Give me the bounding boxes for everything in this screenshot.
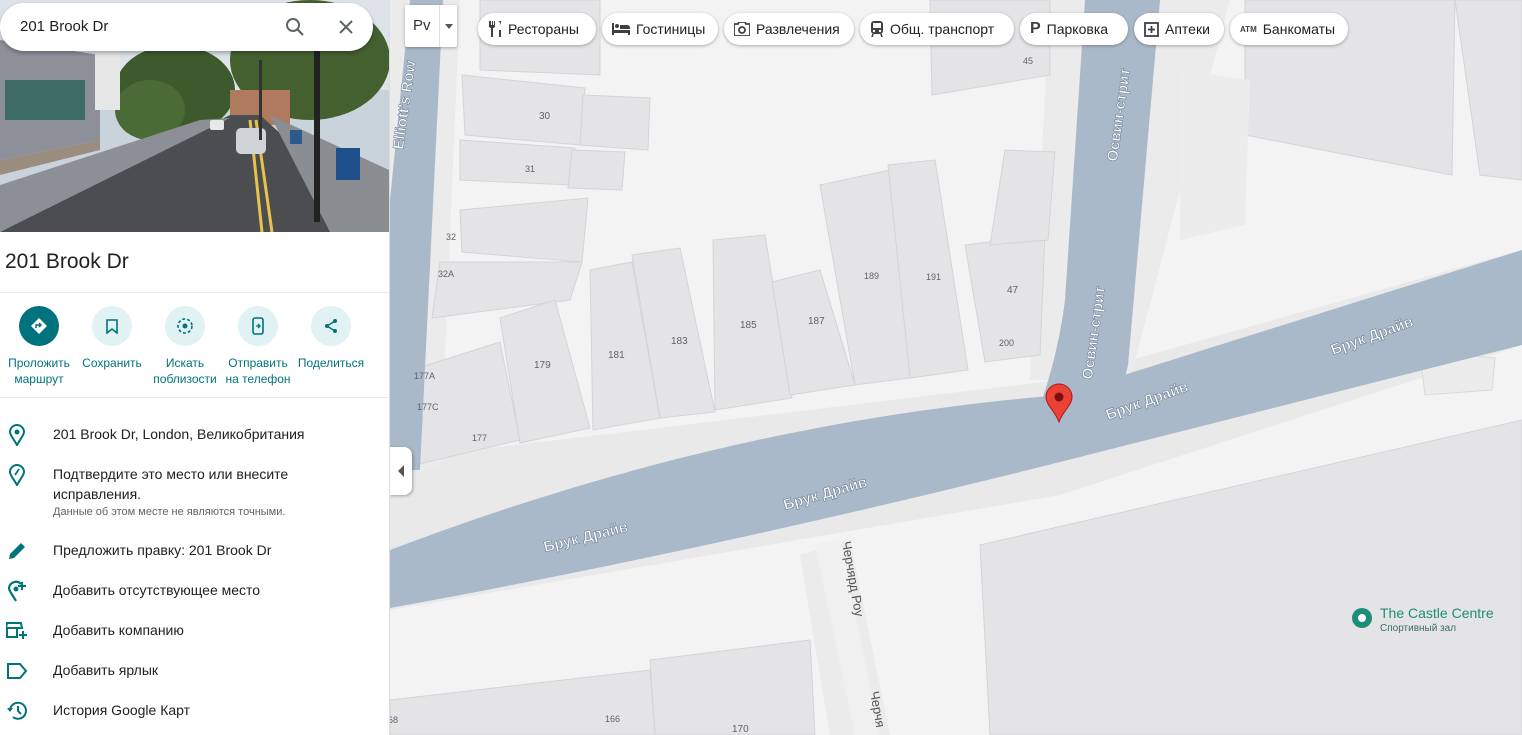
directions-button[interactable]: Проложить маршрут [0,306,79,387]
house-number: 183 [671,336,688,347]
chevron-down-icon[interactable] [439,5,458,47]
house-number: 177A [414,371,435,381]
chip-atm[interactable]: ATM Банкоматы [1230,13,1348,45]
search-input[interactable]: 201 Brook Dr [20,18,108,35]
house-number: 189 [864,271,879,281]
share-button[interactable]: Поделиться [291,306,371,371]
close-icon[interactable] [332,13,360,41]
house-number: 181 [608,350,625,361]
house-number: 31 [525,164,535,174]
chip-label: Банкоматы [1262,21,1336,37]
camera-icon [734,22,750,36]
search-icon[interactable] [281,13,309,41]
chip-restaurants[interactable]: Рестораны [478,13,596,45]
divider [0,397,389,398]
place-title: 201 Brook Dr [5,250,129,273]
poi-category: Спортивный зал [1380,623,1457,634]
chip-transit[interactable]: Общ. транспорт [860,13,1014,45]
house-number: 30 [539,111,551,122]
history-text: История Google Карт [53,702,191,718]
confirm-text: Подтвердите это место или внесите исправ… [53,466,289,502]
house-number: 187 [808,316,825,327]
pharmacy-icon [1144,21,1159,37]
action-label: Сохранить [82,356,142,370]
poi-name[interactable]: The Castle Centre [1380,605,1494,621]
share-icon [325,319,337,333]
divider [0,292,389,293]
search-nearby-button[interactable]: Искать поблизости [145,306,225,387]
directions-icon [31,318,47,334]
location-icon [8,424,26,446]
nearby-icon [177,318,193,334]
action-label: Поделиться [297,356,365,370]
chevron-left-icon [397,465,404,477]
action-label: Проложить [8,356,70,370]
restaurant-icon [488,21,502,37]
house-number: 177C [417,402,439,412]
layer-label: Pv [413,17,431,34]
chip-label: Общ. транспорт [890,21,995,37]
add-location-icon [7,580,26,602]
confirm-subtext: Данные об этом месте не являются точными… [53,506,286,518]
chip-pharmacies[interactable]: Аптеки [1134,13,1224,45]
address-text: 201 Brook Dr, London, Великобритания [53,426,305,442]
action-label: маршрут [14,372,64,386]
action-label: поблизости [153,372,217,386]
add-missing-place-text: Добавить отсутствующее место [53,582,261,598]
chip-hotels[interactable]: Гостиницы [602,13,718,45]
action-label: на телефон [225,372,291,386]
house-number: 45 [1023,56,1033,66]
add-business-text: Добавить компанию [53,622,184,638]
save-button[interactable]: Сохранить [72,306,152,371]
action-label: Искать [165,356,205,370]
transit-icon [870,21,884,37]
gym-icon [1352,608,1372,628]
house-number: 32A [438,269,454,279]
add-label-text: Добавить ярлык [53,662,159,678]
chip-label: Гостиницы [636,21,706,37]
chip-label: Аптеки [1165,21,1210,37]
search-box[interactable]: 201 Brook Dr [0,3,373,51]
label-icon [7,663,28,679]
collapse-panel-button[interactable] [389,447,412,495]
house-number: 200 [999,338,1014,348]
send-to-phone-button[interactable]: Отправить на телефон [218,306,298,387]
chip-entertainment[interactable]: Развлечения [724,13,854,45]
house-number: 177 [472,433,487,443]
parking-icon: P [1030,20,1041,37]
history-icon [7,701,27,720]
house-number: 32 [446,232,456,242]
bookmark-icon [106,318,118,334]
chip-label: Развлечения [756,21,840,37]
house-number: 166 [605,714,620,724]
chip-label: Рестораны [508,21,579,37]
house-number: 170 [732,724,749,735]
place-panel: 201 Brook Dr 201 Brook Dr Проложить маршр… [0,0,390,735]
edit-location-icon [8,464,26,486]
phone-icon [252,317,264,335]
action-label: Отправить [228,356,288,370]
add-business-icon [6,622,27,639]
house-number: 191 [926,272,941,282]
hotel-icon [612,23,630,35]
layer-toggle-button[interactable]: Pv [405,5,457,47]
pencil-icon [9,543,25,559]
atm-icon: ATM [1240,24,1257,34]
chip-parking[interactable]: P Парковка [1020,13,1128,45]
house-number: 185 [740,320,757,331]
house-number: 47 [1007,285,1019,296]
house-number: 179 [534,360,551,371]
suggest-edit-text: Предложить правку: 201 Brook Dr [53,542,272,558]
chip-label: Парковка [1046,21,1109,37]
